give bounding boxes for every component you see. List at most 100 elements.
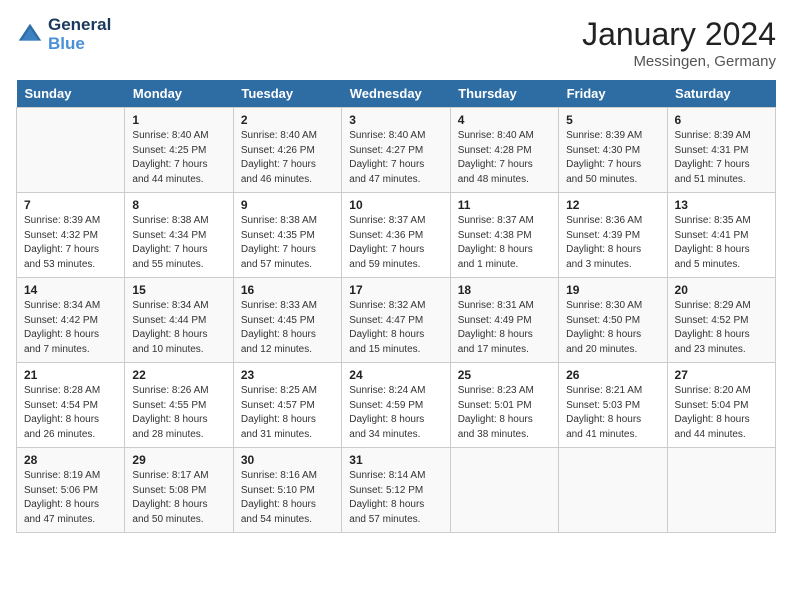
calendar-cell: 27 Sunrise: 8:20 AMSunset: 5:04 PMDayligh…	[667, 363, 775, 448]
day-number: 4	[458, 113, 551, 127]
day-number: 14	[24, 283, 117, 297]
day-number: 2	[241, 113, 334, 127]
day-info: Sunrise: 8:39 AMSunset: 4:31 PMDaylight:…	[675, 129, 768, 187]
calendar-cell: 23 Sunrise: 8:25 AMSunset: 4:57 PMDayligh…	[233, 363, 341, 448]
day-number: 19	[566, 283, 659, 297]
calendar-cell: 24 Sunrise: 8:24 AMSunset: 4:59 PMDayligh…	[342, 363, 450, 448]
day-info: Sunrise: 8:32 AMSunset: 4:47 PMDaylight:…	[349, 299, 442, 357]
day-info: Sunrise: 8:26 AMSunset: 4:55 PMDaylight:…	[132, 384, 225, 442]
day-info: Sunrise: 8:24 AMSunset: 4:59 PMDaylight:…	[349, 384, 442, 442]
day-number: 26	[566, 368, 659, 382]
day-number: 10	[349, 198, 442, 212]
day-number: 9	[241, 198, 334, 212]
calendar-cell	[17, 108, 125, 193]
day-info: Sunrise: 8:34 AMSunset: 4:42 PMDaylight:…	[24, 299, 117, 357]
day-number: 27	[675, 368, 768, 382]
calendar-cell: 18Sunrise: 8:31 AMSunset: 4:49 PMDayligh…	[450, 278, 558, 363]
calendar-cell	[667, 448, 775, 533]
day-info: Sunrise: 8:36 AMSunset: 4:39 PMDaylight:…	[566, 214, 659, 272]
calendar-cell: 22 Sunrise: 8:26 AMSunset: 4:55 PMDayligh…	[125, 363, 233, 448]
calendar-week-row: 21Sunrise: 8:28 AMSunset: 4:54 PMDayligh…	[17, 363, 776, 448]
day-info: Sunrise: 8:37 AMSunset: 4:36 PMDaylight:…	[349, 214, 442, 272]
calendar-cell: 14 Sunrise: 8:34 AMSunset: 4:42 PMDayligh…	[17, 278, 125, 363]
location: Messingen, Germany	[582, 53, 776, 70]
calendar-cell	[559, 448, 667, 533]
day-number: 12	[566, 198, 659, 212]
day-info: Sunrise: 8:38 AMSunset: 4:35 PMDaylight:…	[241, 214, 334, 272]
day-info: Sunrise: 8:39 AMSunset: 4:32 PMDaylight:…	[24, 214, 117, 272]
day-info: Sunrise: 8:17 AMSunset: 5:08 PMDaylight:…	[132, 469, 225, 527]
calendar-cell: 20 Sunrise: 8:29 AMSunset: 4:52 PMDayligh…	[667, 278, 775, 363]
calendar-cell: 2 Sunrise: 8:40 AMSunset: 4:26 PMDaylight…	[233, 108, 341, 193]
logo-text: General Blue	[48, 16, 111, 53]
day-info: Sunrise: 8:19 AMSunset: 5:06 PMDaylight:…	[24, 469, 117, 527]
day-number: 17	[349, 283, 442, 297]
day-info: Sunrise: 8:23 AMSunset: 5:01 PMDaylight:…	[458, 384, 551, 442]
day-number: 22	[132, 368, 225, 382]
day-number: 24	[349, 368, 442, 382]
day-number: 3	[349, 113, 442, 127]
logo: General Blue	[16, 16, 111, 53]
day-number: 1	[132, 113, 225, 127]
day-info: Sunrise: 8:21 AMSunset: 5:03 PMDaylight:…	[566, 384, 659, 442]
day-info: Sunrise: 8:28 AMSunset: 4:54 PMDaylight:…	[24, 384, 117, 442]
calendar-cell: 5 Sunrise: 8:39 AMSunset: 4:30 PMDaylight…	[559, 108, 667, 193]
day-number: 23	[241, 368, 334, 382]
calendar-cell	[450, 448, 558, 533]
day-number: 7	[24, 198, 117, 212]
day-info: Sunrise: 8:20 AMSunset: 5:04 PMDaylight:…	[675, 384, 768, 442]
calendar-week-row: 14 Sunrise: 8:34 AMSunset: 4:42 PMDayligh…	[17, 278, 776, 363]
day-info: Sunrise: 8:40 AMSunset: 4:26 PMDaylight:…	[241, 129, 334, 187]
calendar-cell: 8 Sunrise: 8:38 AMSunset: 4:34 PMDaylight…	[125, 193, 233, 278]
day-number: 11	[458, 198, 551, 212]
day-number: 5	[566, 113, 659, 127]
calendar-cell: 9 Sunrise: 8:38 AMSunset: 4:35 PMDaylight…	[233, 193, 341, 278]
day-info: Sunrise: 8:29 AMSunset: 4:52 PMDaylight:…	[675, 299, 768, 357]
day-number: 15	[132, 283, 225, 297]
calendar-week-row: 28Sunrise: 8:19 AMSunset: 5:06 PMDayligh…	[17, 448, 776, 533]
calendar-cell: 16Sunrise: 8:33 AMSunset: 4:45 PMDayligh…	[233, 278, 341, 363]
day-info: Sunrise: 8:14 AMSunset: 5:12 PMDaylight:…	[349, 469, 442, 527]
day-number: 16	[241, 283, 334, 297]
calendar-week-row: 7 Sunrise: 8:39 AMSunset: 4:32 PMDaylight…	[17, 193, 776, 278]
calendar-cell: 3 Sunrise: 8:40 AMSunset: 4:27 PMDaylight…	[342, 108, 450, 193]
weekday-header-saturday: Saturday	[667, 80, 775, 108]
calendar-cell: 15 Sunrise: 8:34 AMSunset: 4:44 PMDayligh…	[125, 278, 233, 363]
calendar-cell: 4Sunrise: 8:40 AMSunset: 4:28 PMDaylight…	[450, 108, 558, 193]
day-number: 30	[241, 453, 334, 467]
day-info: Sunrise: 8:37 AMSunset: 4:38 PMDaylight:…	[458, 214, 551, 272]
day-info: Sunrise: 8:25 AMSunset: 4:57 PMDaylight:…	[241, 384, 334, 442]
day-number: 18	[458, 283, 551, 297]
weekday-header-thursday: Thursday	[450, 80, 558, 108]
day-number: 8	[132, 198, 225, 212]
day-info: Sunrise: 8:40 AMSunset: 4:25 PMDaylight:…	[132, 129, 225, 187]
calendar-cell: 31 Sunrise: 8:14 AMSunset: 5:12 PMDayligh…	[342, 448, 450, 533]
calendar-cell: 7 Sunrise: 8:39 AMSunset: 4:32 PMDaylight…	[17, 193, 125, 278]
day-number: 13	[675, 198, 768, 212]
calendar-cell: 26 Sunrise: 8:21 AMSunset: 5:03 PMDayligh…	[559, 363, 667, 448]
calendar-cell: 11 Sunrise: 8:37 AMSunset: 4:38 PMDayligh…	[450, 193, 558, 278]
weekday-header-sunday: Sunday	[17, 80, 125, 108]
month-title: January 2024	[582, 16, 776, 53]
calendar-cell: 19Sunrise: 8:30 AMSunset: 4:50 PMDayligh…	[559, 278, 667, 363]
day-info: Sunrise: 8:40 AMSunset: 4:27 PMDaylight:…	[349, 129, 442, 187]
weekday-header-tuesday: Tuesday	[233, 80, 341, 108]
day-info: Sunrise: 8:39 AMSunset: 4:30 PMDaylight:…	[566, 129, 659, 187]
day-number: 25	[458, 368, 551, 382]
day-number: 31	[349, 453, 442, 467]
calendar-cell: 29Sunrise: 8:17 AMSunset: 5:08 PMDayligh…	[125, 448, 233, 533]
calendar-cell: 25 Sunrise: 8:23 AMSunset: 5:01 PMDayligh…	[450, 363, 558, 448]
day-info: Sunrise: 8:34 AMSunset: 4:44 PMDaylight:…	[132, 299, 225, 357]
day-info: Sunrise: 8:35 AMSunset: 4:41 PMDaylight:…	[675, 214, 768, 272]
weekday-header-monday: Monday	[125, 80, 233, 108]
calendar-cell: 30Sunrise: 8:16 AMSunset: 5:10 PMDayligh…	[233, 448, 341, 533]
day-number: 20	[675, 283, 768, 297]
weekday-header-friday: Friday	[559, 80, 667, 108]
calendar-cell: 6Sunrise: 8:39 AMSunset: 4:31 PMDaylight…	[667, 108, 775, 193]
day-info: Sunrise: 8:38 AMSunset: 4:34 PMDaylight:…	[132, 214, 225, 272]
calendar-cell: 1 Sunrise: 8:40 AMSunset: 4:25 PMDaylight…	[125, 108, 233, 193]
calendar-cell: 28Sunrise: 8:19 AMSunset: 5:06 PMDayligh…	[17, 448, 125, 533]
calendar-week-row: 1 Sunrise: 8:40 AMSunset: 4:25 PMDaylight…	[17, 108, 776, 193]
calendar-cell: 12 Sunrise: 8:36 AMSunset: 4:39 PMDayligh…	[559, 193, 667, 278]
logo-icon	[16, 21, 44, 49]
